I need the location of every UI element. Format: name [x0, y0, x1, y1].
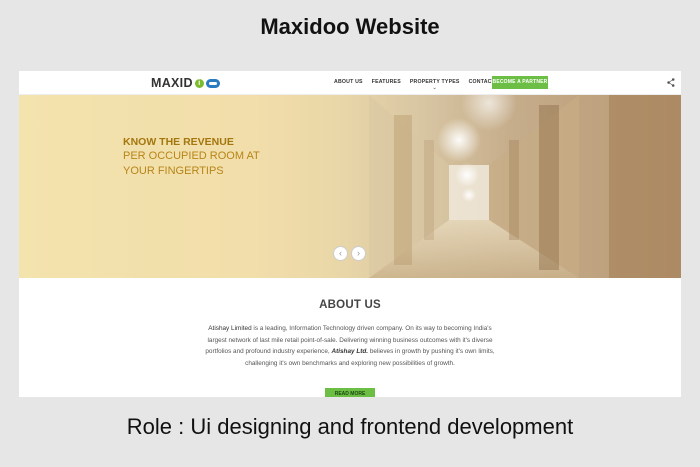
- hero-headline: KNOW THE REVENUE PER OCCUPIED ROOM AT YO…: [123, 135, 260, 179]
- chevron-left-icon: ‹: [339, 248, 342, 258]
- frame-caption: Role : Ui designing and frontend develop…: [126, 414, 574, 439]
- nav-features[interactable]: FEATURES: [372, 77, 401, 87]
- hero-banner: KNOW THE REVENUE PER OCCUPIED ROOM AT YO…: [19, 95, 681, 278]
- logo-oo-badge: [205, 78, 220, 88]
- slider-next-button[interactable]: ›: [351, 246, 366, 261]
- hero-line-2: PER OCCUPIED ROOM AT: [123, 150, 260, 162]
- frame-title: Maxidoo Website: [260, 14, 440, 39]
- hotel-corridor-image: [369, 95, 681, 278]
- nav-links: ABOUT US FEATURES PROPERTY TYPES ⌄ CONTA…: [334, 77, 504, 91]
- maxidoo-logo[interactable]: MAXID i: [151, 76, 220, 90]
- become-partner-button[interactable]: BECOME A PARTNER: [492, 76, 548, 89]
- share-icon[interactable]: [667, 78, 675, 87]
- slider-prev-button[interactable]: ‹: [333, 246, 348, 261]
- logo-i-badge: i: [194, 78, 204, 88]
- website-screenshot: MAXID i ABOUT US FEATURES PROPERTY TYPES…: [19, 71, 681, 397]
- hero-line-1: KNOW THE REVENUE: [123, 136, 234, 148]
- about-title: ABOUT US: [319, 299, 381, 311]
- nav-property-types[interactable]: PROPERTY TYPES ⌄: [410, 77, 460, 91]
- about-brand: Atishay Limited: [208, 325, 252, 332]
- about-paragraph: Atishay Limited is a leading, Informatio…: [199, 323, 501, 369]
- read-more-button[interactable]: READ MORE: [325, 388, 375, 397]
- chevron-down-icon: ⌄: [432, 85, 437, 91]
- about-brand-italic: Atishay Ltd.: [331, 348, 369, 355]
- chevron-right-icon: ›: [357, 248, 360, 258]
- hero-line-3: YOUR FINGERTIPS: [123, 165, 224, 177]
- logo-text: MAXID: [151, 76, 193, 90]
- nav-about-us[interactable]: ABOUT US: [334, 77, 363, 87]
- navbar: MAXID i ABOUT US FEATURES PROPERTY TYPES…: [19, 71, 681, 95]
